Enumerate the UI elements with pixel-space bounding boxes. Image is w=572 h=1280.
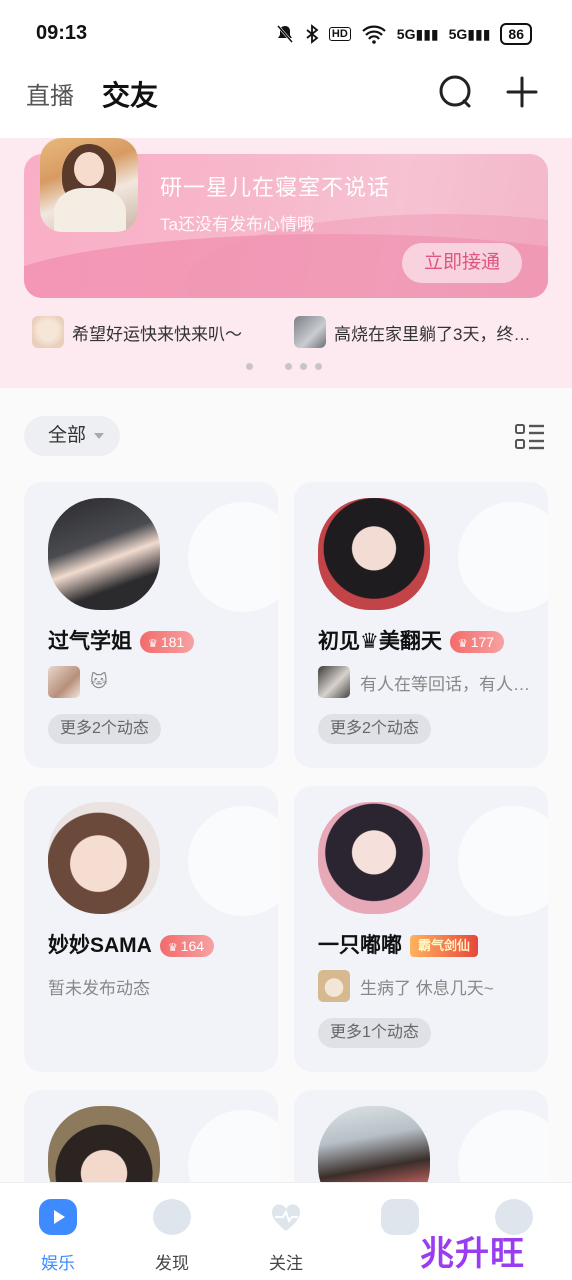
- status-thumb: [318, 666, 350, 698]
- level-value: 181: [160, 634, 185, 651]
- user-card[interactable]: 妙妙SAMA ♛ 164 暂未发布动态: [24, 786, 278, 1072]
- card-nickname: 一只嘟嘟 霸气剑仙: [318, 929, 479, 959]
- card-decoration: [458, 502, 548, 612]
- carousel-dot[interactable]: [285, 363, 292, 370]
- avatar-face: [74, 152, 104, 186]
- ticker-item[interactable]: 高烧在家里躺了3天，终…: [294, 316, 530, 348]
- nav-label: 发现: [155, 1254, 189, 1273]
- net-type-2: 5G: [448, 25, 468, 42]
- status-text: 生病了 休息几天~: [360, 978, 494, 998]
- carousel-dot[interactable]: [246, 363, 253, 370]
- status-bar: 09:13 HD 5G▮▮▮ 5G▮▮▮ 86: [0, 0, 572, 66]
- card-nickname: 过气学姐 ♛ 181: [48, 625, 195, 655]
- avatar[interactable]: [48, 802, 160, 914]
- nav-entertainment[interactable]: 娱乐: [18, 1199, 98, 1274]
- carousel-dot[interactable]: [315, 363, 322, 370]
- heart-pulse-icon: [267, 1199, 305, 1235]
- banner-subtitle: Ta还没有发布心情哦: [160, 215, 314, 234]
- card-decoration: [458, 806, 548, 916]
- status-text: 暂未发布动态: [48, 978, 150, 998]
- avatar[interactable]: [318, 802, 430, 914]
- heart-icon: [271, 1204, 301, 1231]
- tv-play-icon: [39, 1199, 77, 1235]
- crown-icon: ♛: [457, 638, 468, 651]
- avatar[interactable]: [318, 498, 430, 610]
- title-badge: 霸气剑仙: [410, 935, 479, 958]
- card-status: 暂未发布动态: [48, 970, 150, 1002]
- status-text: 🐱: [90, 672, 108, 691]
- ticker-item[interactable]: 希望好运快来快来叭～: [32, 316, 242, 348]
- battery-indicator: 86: [500, 23, 532, 45]
- connect-button[interactable]: 立即接通: [402, 243, 522, 283]
- card-status: 有人在等回话，有人…: [318, 666, 530, 698]
- more-posts-chip[interactable]: 更多2个动态: [48, 714, 161, 744]
- watermark-logo: 兆升旺: [420, 1235, 525, 1273]
- card-status: 生病了 休息几天~: [318, 970, 494, 1002]
- filter-dropdown[interactable]: 全部: [24, 416, 120, 456]
- carousel-dot[interactable]: [300, 363, 307, 370]
- avatar-dress: [54, 188, 126, 232]
- status-icons: HD 5G▮▮▮ 5G▮▮▮ 86: [275, 20, 532, 48]
- wifi-icon: [362, 25, 386, 44]
- ticker-thumb: [32, 316, 64, 348]
- crown-icon: ♛: [167, 942, 178, 955]
- more-posts-chip[interactable]: 更多1个动态: [318, 1018, 431, 1048]
- level-value: 164: [180, 938, 205, 955]
- nav-label: 关注: [269, 1254, 303, 1273]
- status-time: 09:13: [36, 22, 88, 44]
- planet-icon: [153, 1199, 191, 1235]
- play-icon: [54, 1210, 65, 1224]
- card-status: 🐱: [48, 666, 108, 698]
- ticker-text: 希望好运快来快来叭～: [72, 324, 242, 344]
- user-card[interactable]: 过气学姐 ♛ 181 🐱 更多2个动态: [24, 482, 278, 768]
- banner-avatar[interactable]: [40, 138, 138, 232]
- level-badge: ♛ 181: [140, 631, 195, 654]
- user-card[interactable]: 一只嘟嘟 霸气剑仙 生病了 休息几天~ 更多1个动态: [294, 786, 548, 1072]
- status-text: 有人在等回话，有人…: [360, 674, 530, 694]
- filter-label: 全部: [48, 425, 87, 446]
- caret-down-icon: [94, 432, 105, 439]
- signal-1-icon: 5G▮▮▮: [396, 25, 439, 42]
- card-decoration: [188, 502, 278, 612]
- carousel-dot-active[interactable]: [261, 363, 277, 370]
- card-nickname: 妙妙SAMA ♛ 164: [48, 929, 215, 959]
- list-view-icon[interactable]: [514, 422, 546, 452]
- ticker-thumb: [294, 316, 326, 348]
- level-badge: ♛ 164: [159, 935, 215, 958]
- nav-follow[interactable]: 关注: [246, 1199, 326, 1274]
- tab-friends[interactable]: 交友: [99, 74, 163, 114]
- signal-2-icon: 5G▮▮▮: [448, 25, 491, 42]
- ticker-text: 高烧在家里躺了3天，终…: [334, 324, 531, 344]
- level-value: 177: [470, 634, 495, 651]
- user-card[interactable]: 初见♛美翻天 ♛ 177 有人在等回话，有人… 更多2个动态: [294, 482, 548, 768]
- nickname-text: 过气学姐: [48, 630, 132, 653]
- banner-title: 研一星儿在寝室不说话: [160, 175, 391, 200]
- nav-discover[interactable]: 发现: [132, 1199, 212, 1274]
- more-posts-chip[interactable]: 更多2个动态: [318, 714, 431, 744]
- nickname-text: 一只嘟嘟: [318, 934, 402, 957]
- mute-bell-icon: [276, 25, 293, 43]
- add-icon[interactable]: [502, 72, 542, 112]
- nav-label: 娱乐: [41, 1254, 75, 1273]
- bluetooth-icon: [306, 24, 319, 44]
- chat-icon: [381, 1199, 419, 1235]
- hd-icon: HD: [328, 27, 351, 41]
- status-thumb: [318, 970, 350, 1002]
- status-thumb: [48, 666, 80, 698]
- net-type-1: 5G: [396, 25, 416, 42]
- nickname-text: 妙妙SAMA: [48, 934, 152, 957]
- card-nickname: 初见♛美翻天 ♛ 177: [318, 625, 505, 655]
- carousel-dots: [246, 363, 322, 370]
- level-badge: ♛ 177: [449, 631, 505, 654]
- tab-live[interactable]: 直播: [26, 76, 74, 111]
- search-icon[interactable]: [436, 72, 476, 112]
- crown-icon: ♛: [148, 638, 158, 651]
- nickname-text: 初见♛美翻天: [318, 630, 442, 653]
- avatar[interactable]: [48, 498, 160, 610]
- card-decoration: [188, 806, 278, 916]
- top-nav: 直播 交友: [0, 66, 572, 138]
